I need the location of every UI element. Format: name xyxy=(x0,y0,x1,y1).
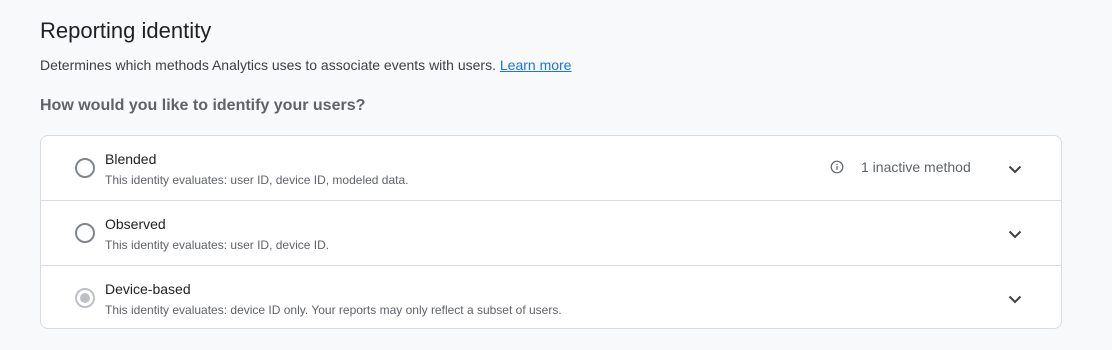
option-label: Observed xyxy=(105,216,166,232)
radio-device-based[interactable] xyxy=(75,288,95,308)
learn-more-link[interactable]: Learn more xyxy=(500,57,572,73)
option-label: Blended xyxy=(105,151,157,167)
description: Determines which methods Analytics uses … xyxy=(40,55,571,75)
page-title: Reporting identity xyxy=(40,18,212,43)
radio-blended[interactable] xyxy=(75,158,95,178)
option-blended[interactable]: Blended This identity evaluates: user ID… xyxy=(41,136,1061,201)
inactive-method-status: 1 inactive method xyxy=(861,159,971,175)
identity-question: How would you like to identify your user… xyxy=(40,97,366,114)
option-description: This identity evaluates: device ID only.… xyxy=(105,303,562,317)
info-circle-icon xyxy=(830,160,844,174)
option-observed[interactable]: Observed This identity evaluates: user I… xyxy=(41,201,1061,266)
option-description: This identity evaluates: user ID, device… xyxy=(105,173,409,187)
radio-selected-dot xyxy=(80,293,90,303)
identity-options-panel: Blended This identity evaluates: user ID… xyxy=(40,135,1062,329)
option-description: This identity evaluates: user ID, device… xyxy=(105,238,330,252)
chevron-down-icon[interactable] xyxy=(1005,289,1025,309)
chevron-down-icon[interactable] xyxy=(1005,159,1025,179)
description-text: Determines which methods Analytics uses … xyxy=(40,57,496,73)
radio-observed[interactable] xyxy=(75,223,95,243)
reporting-identity-section: Reporting identity Determines which meth… xyxy=(0,0,1112,350)
option-label: Device-based xyxy=(105,281,191,297)
option-device-based[interactable]: Device-based This identity evaluates: de… xyxy=(41,266,1061,328)
chevron-down-icon[interactable] xyxy=(1005,224,1025,244)
